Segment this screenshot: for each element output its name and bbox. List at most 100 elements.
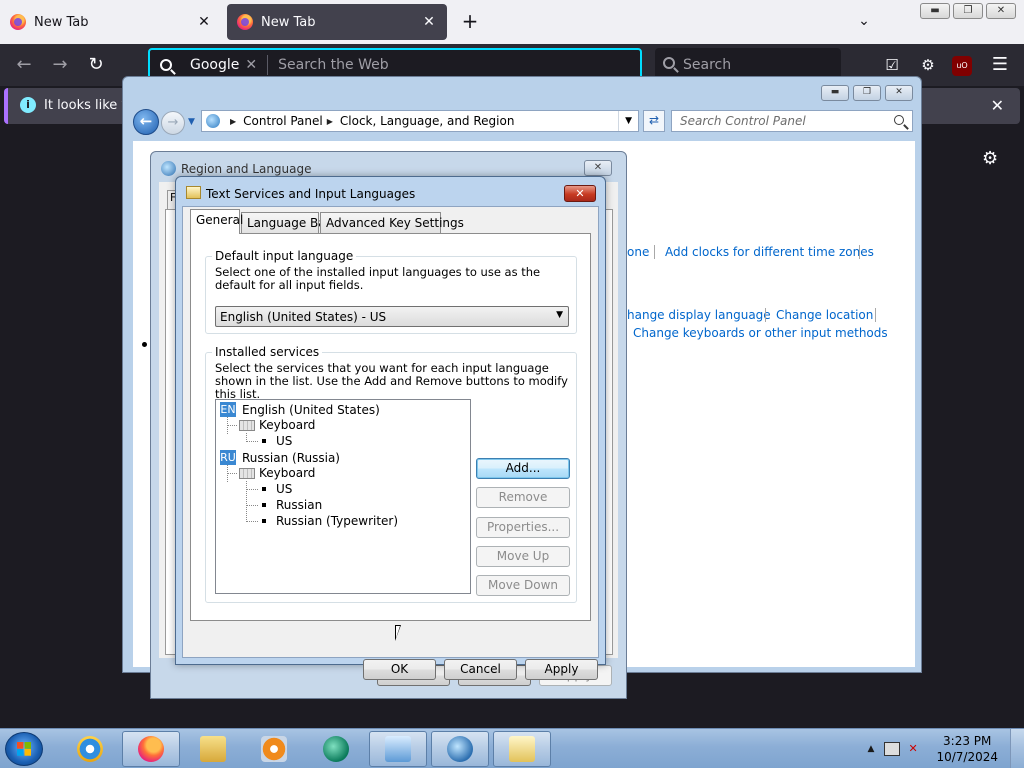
tab-general[interactable]: General [190,209,243,234]
forward-arrow-icon[interactable]: → [161,111,185,135]
services-tree[interactable]: EN English (United States) Keyboard US R… [215,399,471,594]
show-desktop-button[interactable] [1010,729,1024,768]
change-keyboards-link[interactable]: Change keyboards or other input methods [633,326,888,340]
add-button[interactable]: Add... [476,458,570,479]
default-language-select[interactable]: English (United States) - US ▼ [215,306,569,327]
cancel-button[interactable]: Cancel [444,659,517,680]
chevron-right-icon[interactable]: ▶ [327,117,333,126]
ok-button[interactable]: OK [363,659,436,680]
url-placeholder: Search the Web [278,57,389,73]
control-panel-icon [206,114,220,128]
forward-arrow-icon[interactable]: → [48,54,72,78]
network-icon[interactable] [884,742,901,756]
tree-item-layout[interactable]: US [262,482,292,496]
properties-button[interactable]: Properties... [476,517,570,538]
restore-button[interactable]: ❐ [853,85,881,101]
minimize-button[interactable]: ▬ [920,3,950,19]
tree-connector [246,481,247,522]
taskbar-region-language[interactable] [431,731,489,767]
language-code-badge: EN [220,402,236,417]
keyboard-icon [239,419,255,431]
close-window-button[interactable]: ✕ [986,3,1016,19]
address-bar[interactable]: ▶ Control Panel ▶ Clock, Language, and R… [201,110,639,132]
keyboard-icon [239,467,255,479]
browser-tab-2[interactable]: New Tab ✕ [227,4,447,40]
taskbar-firefox[interactable] [122,731,180,767]
extensions-icon[interactable]: ⚙ [916,54,940,78]
remove-button[interactable]: Remove [476,487,570,508]
group-description: Select the services that you want for ea… [215,361,568,401]
remove-engine-icon[interactable]: ✕ [245,57,257,73]
list-bullet [142,342,147,347]
move-up-button[interactable]: Move Up [476,546,570,567]
close-window-button[interactable]: ✕ [564,185,596,202]
bullet [262,519,266,523]
group-heading: Installed services [212,345,323,359]
new-tab-button[interactable]: + [458,10,482,34]
menu-icon[interactable]: ☰ [988,54,1012,78]
search-icon[interactable] [894,115,904,125]
tab-panel-general: Default input language Select one of the… [190,233,591,621]
refresh-icon[interactable]: ⇄ [643,110,665,132]
taskbar-control-panel[interactable] [369,731,427,767]
language-name: English (United States) [242,402,380,417]
tree-item-group[interactable]: Keyboard [239,466,315,480]
back-arrow-icon[interactable]: ← [12,54,36,78]
list-all-tabs-button[interactable]: ⌄ [852,10,876,34]
tree-connector [227,473,237,474]
search-input[interactable]: Search Control Panel [671,110,913,132]
restore-button[interactable]: ❐ [953,3,983,19]
divider [875,308,876,322]
close-window-button[interactable]: ✕ [885,85,913,101]
change-location-link[interactable]: Change location [776,308,873,322]
bullet [262,503,266,507]
gear-icon[interactable]: ⚙ [982,148,998,169]
ublock-icon[interactable]: uO [952,56,972,76]
browser-tab-1[interactable]: New Tab ✕ [0,4,222,40]
tree-item-layout[interactable]: Russian [262,498,322,512]
chevron-down-icon[interactable]: ▼ [618,111,638,131]
back-arrow-icon[interactable]: ← [133,109,159,135]
taskbar-app[interactable] [307,731,365,767]
taskbar: ▲ ✕ 3:23 PM 10/7/2024 [0,728,1024,768]
control-panel-icon [385,736,411,762]
reload-icon[interactable]: ↻ [84,54,108,78]
search-engine-chip[interactable]: Google [190,57,239,73]
breadcrumb-control-panel[interactable]: Control Panel [243,114,323,128]
apply-button[interactable]: Apply [525,659,598,680]
taskbar-internet-explorer[interactable] [61,731,119,767]
start-button[interactable] [5,732,43,766]
chevron-right-icon[interactable]: ▶ [230,117,236,126]
tree-item-language[interactable]: EN English (United States) [220,402,380,417]
tree-item-group[interactable]: Keyboard [239,418,315,432]
tab-advanced-key-settings[interactable]: Advanced Key Settings [320,212,464,233]
layout-name: US [276,482,293,496]
breadcrumb-clock-language-region[interactable]: Clock, Language, and Region [340,114,515,128]
show-hidden-icons-icon[interactable]: ▲ [868,744,875,754]
taskbar-media-player[interactable] [245,731,303,767]
tree-item-layout[interactable]: US [262,434,292,448]
history-dropdown-icon[interactable]: ▼ [188,117,195,127]
volume-muted-icon[interactable]: ✕ [908,742,924,756]
notification-accent [4,88,8,124]
taskbar-explorer[interactable] [184,731,242,767]
pocket-icon[interactable]: ☑ [880,54,904,78]
close-icon[interactable]: ✕ [421,14,437,30]
group-name: Keyboard [259,418,316,432]
group-heading: Default input language [212,249,357,263]
minimize-button[interactable]: ▬ [821,85,849,101]
move-down-button[interactable]: Move Down [476,575,570,596]
close-icon[interactable]: ✕ [991,96,1004,115]
tree-item-layout[interactable]: Russian (Typewriter) [262,514,398,528]
close-icon[interactable]: ✕ [196,14,212,30]
tree-item-language[interactable]: RU Russian (Russia) [220,450,340,465]
change-display-language-link[interactable]: hange display language [627,308,771,322]
tab-language-bar[interactable]: Language Bar [241,212,331,233]
close-window-button[interactable]: ✕ [584,160,612,176]
layout-name: Russian [276,498,323,512]
taskbar-text-services[interactable] [493,731,551,767]
set-time-zone-link[interactable]: one [627,245,649,259]
browser-tab-bar: New Tab ✕ New Tab ✕ + ⌄ ▬ ❐ ✕ [0,0,1024,44]
clock[interactable]: 3:23 PM 10/7/2024 [936,733,998,765]
add-clocks-link[interactable]: Add clocks for different time zones [665,245,874,259]
